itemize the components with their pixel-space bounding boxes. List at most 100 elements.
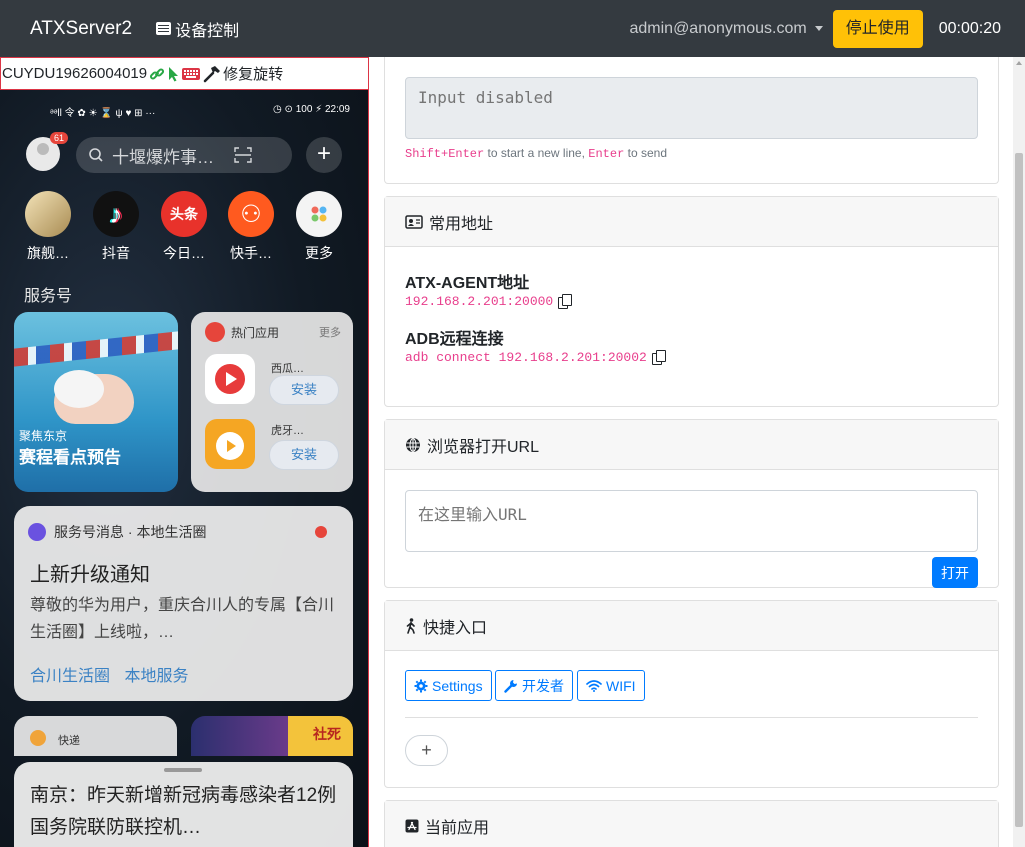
page-scrollbar[interactable] [1013,57,1025,847]
hot-apps-icon [205,322,225,342]
device-panel: CUYDU19626004019 修复旋转 ᵊᵊll 令 ✿ ☀ ⌛ ψ ♥ ⊞ [0,57,369,847]
shortcuts-card: 快捷入口 Settings 开发者 WIFI + [384,600,999,788]
device-toolbar: CUYDU19626004019 修复旋转 [0,57,368,90]
phone-search-text: 十堰爆炸事… [112,147,214,167]
phone-message-card[interactable]: 服务号消息 · 本地生活圈 上新升级通知 尊敬的华为用户，重庆合川人的专属【合川… [14,506,353,701]
phone-express-card[interactable]: 快递 [14,716,177,756]
adb-remote-title: ADB远程连接 [405,331,504,348]
walking-icon [406,617,415,634]
atx-agent-value: 192.168.2.201:20000 [405,294,554,309]
user-email: admin@anonymous.com [629,19,807,37]
user-dropdown[interactable]: admin@anonymous.com [629,19,823,38]
wrench-icon [504,679,517,693]
xigua-icon [205,354,255,404]
app-label: 抖音 [102,245,130,261]
hot-apps-title: 热门应用 [231,325,280,340]
phone-hot-apps-card[interactable]: 热门应用 更多 西瓜… 安装 虎牙… 安装 [191,312,353,492]
hot-app-name: 虎牙… [271,425,304,437]
input-card: Shift+Enter to start a new line, Enter t… [384,57,999,184]
current-app-title: 当前应用 [425,819,490,837]
stop-using-button[interactable]: 停止使用 [832,9,923,48]
fix-rotation-button[interactable]: 修复旋转 [223,63,283,84]
phone-search-bar[interactable]: 十堰爆炸事… [76,137,292,173]
shortcuts-body: Settings 开发者 WIFI + [385,651,998,787]
app-label: 快手… [230,245,272,261]
phone-app-1[interactable]: ♪ 抖音 [91,191,141,263]
url-input[interactable] [405,490,978,552]
hint-key-enter: Enter [588,147,625,161]
install-button[interactable]: 安装 [269,440,339,470]
scan-icon[interactable] [234,147,252,163]
session-timer: 00:00:20 [938,19,1001,37]
gear-icon [414,679,428,692]
huya-icon [205,419,255,469]
developer-shortcut-button[interactable]: 开发者 [495,670,573,701]
wifi-shortcut-label: WIFI [606,677,636,694]
phone-app-0[interactable]: 旗舰… [23,191,73,263]
input-hint: Shift+Enter to start a new line, Enter t… [405,146,667,161]
settings-shortcut-button[interactable]: Settings [405,670,492,701]
device-input-textarea[interactable] [405,77,978,139]
atx-agent-address: 192.168.2.201:20000 [405,294,573,309]
express-label: 快递 [58,735,80,747]
phone-app-3[interactable]: ⚇ 快手… [226,191,276,263]
nav-device-control-label: 设备控制 [175,22,240,40]
mouse-pointer-icon[interactable] [167,66,179,82]
device-serial: CUYDU19626004019 [2,65,148,82]
hot-app-name: 西瓜… [271,363,304,375]
app-label: 旗舰… [27,245,69,261]
phone-app-2[interactable]: 头条 今日… [159,191,209,263]
swim-cap-image [54,370,104,408]
current-app-card-header: 当前应用 [385,801,998,847]
control-panel: Shift+Enter to start a new line, Enter t… [369,57,1013,847]
more-apps-icon [296,191,342,237]
copy-icon[interactable] [651,350,666,365]
nav-device-control[interactable]: 设备控制 [156,17,239,41]
phone-status-bar: ᵊᵊll 令 ✿ ☀ ⌛ ψ ♥ ⊞ ··· ◷ ⊙ 100 ⚡ 22:09 [50,104,350,119]
phone-news-card[interactable]: 南京：昨天新增新冠病毒感染者12例 国务院联防联控机… [14,762,353,847]
phone-section-title: 服务号 [24,288,73,305]
scrollbar-thumb[interactable] [1015,153,1023,827]
link-icon[interactable] [149,66,165,82]
phone-status-left: ᵊᵊll 令 ✿ ☀ ⌛ ψ ♥ ⊞ ··· [50,108,156,119]
phone-swim-card[interactable]: 聚焦东京 赛程看点预告 [14,312,178,492]
hot-apps-header: 热门应用 [205,322,279,342]
phone-add-icon[interactable]: + [306,137,342,173]
news-text: 南京：昨天新增新冠病毒感染者12例 国务院联防联控机… [30,785,337,838]
add-shortcut-button[interactable]: + [405,735,448,766]
keyboard-icon[interactable] [181,67,201,81]
scroll-up-arrow-icon[interactable] [1016,61,1022,65]
hint-text-1: to start a new line, [484,146,589,160]
message-body: 尊敬的华为用户，重庆合川人的专属【合川生活圈】上线啦，… [30,597,335,641]
adb-connect-value: adb connect 192.168.2.201:20002 [405,350,647,365]
open-url-button[interactable]: 打开 [932,557,978,588]
adb-connect-command: adb connect 192.168.2.201:20002 [405,350,666,365]
browser-card-header: 浏览器打开URL [385,420,998,470]
app-store-icon [405,819,419,832]
alert-dot-icon [315,526,327,538]
settings-shortcut-label: Settings [432,677,483,694]
atx-agent-title: ATX-AGENT地址 [405,275,530,292]
message-links[interactable]: 合川生活圈 本地服务 [30,662,188,686]
app-label: 今日… [163,245,205,261]
message-title: 上新升级通知 [30,564,150,586]
browser-card-title: 浏览器打开URL [427,438,540,456]
express-icon [30,730,46,746]
copy-icon[interactable] [558,294,573,309]
phone-show-card[interactable]: 社死 [191,716,353,756]
hammer-icon[interactable] [203,65,221,83]
hint-key-shift-enter: Shift+Enter [405,147,485,161]
shortcuts-card-title: 快捷入口 [423,619,488,637]
brand-link[interactable]: ATXServer2 [30,18,132,40]
install-button[interactable]: 安装 [269,375,339,405]
device-screen[interactable]: ᵊᵊll 令 ✿ ☀ ⌛ ψ ♥ ⊞ ··· ◷ ⊙ 100 ⚡ 22:09 6… [0,90,368,847]
app-icon [25,191,71,237]
globe-icon [406,437,420,452]
wifi-shortcut-button[interactable]: WIFI [577,670,645,701]
phone-status-time: 22:09 [324,104,350,115]
hot-apps-more[interactable]: 更多 [319,324,341,340]
drag-handle[interactable] [164,768,202,772]
kuaishou-icon: ⚇ [228,191,274,237]
swim-card-title: 赛程看点预告 [19,448,121,467]
phone-app-4[interactable]: 更多 [294,191,344,263]
